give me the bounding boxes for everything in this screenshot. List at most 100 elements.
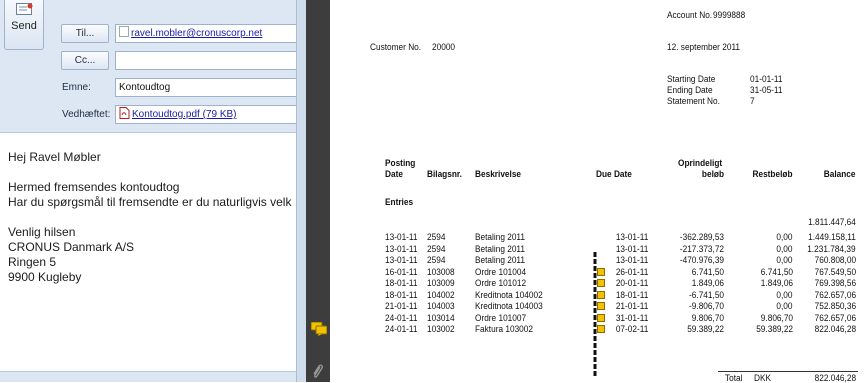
cell-due-date: 31-01-11 bbox=[615, 312, 648, 323]
cell-posting-date: 21-01-11 bbox=[385, 301, 418, 311]
cell-document-no: 103002 bbox=[427, 324, 455, 334]
starting-date-label: Starting Date bbox=[667, 74, 716, 84]
cell-description: Faktura 103002 bbox=[475, 324, 534, 334]
header-posting: Posting bbox=[385, 158, 416, 168]
header-beskrivelse: Beskrivelse bbox=[475, 169, 522, 179]
recipient-icon bbox=[119, 26, 129, 37]
header-belob: beløb bbox=[701, 169, 724, 179]
message-line: CRONUS Danmark A/S bbox=[8, 240, 135, 254]
cell-document-no: 2594 bbox=[427, 243, 446, 254]
message-line bbox=[8, 210, 296, 225]
cell-description: Betaling 2011 bbox=[475, 243, 526, 254]
cell-description: Betaling 2011 bbox=[475, 255, 526, 265]
cell-due-date: 13-01-11 bbox=[615, 243, 648, 254]
subject-label: Emne: bbox=[62, 82, 91, 93]
cell-balance: 1.231.784,39 bbox=[807, 243, 856, 254]
cell-balance: 769.398,56 bbox=[814, 278, 856, 288]
cell-original-amount: -362.289,53 bbox=[679, 232, 724, 242]
to-button[interactable]: Til... bbox=[61, 24, 109, 43]
cell-balance: 762.657,06 bbox=[814, 312, 856, 323]
cell-posting-date: 24-01-11 bbox=[385, 324, 418, 334]
cell-remaining-amount: 6.741,50 bbox=[760, 266, 793, 277]
header-oprindeligt: Oprindeligt bbox=[678, 158, 723, 168]
opening-balance: 1.811.447,64 bbox=[808, 217, 856, 227]
cell-original-amount: 1.849,06 bbox=[691, 278, 724, 288]
cell-balance: 760.808,00 bbox=[814, 255, 856, 265]
entries-label: Entries bbox=[385, 197, 414, 207]
starting-date-value: 01-01-11 bbox=[750, 74, 783, 84]
header-date: Date bbox=[385, 169, 403, 179]
cell-posting-date: 24-01-11 bbox=[385, 312, 418, 323]
statement-date: 12. september 2011 bbox=[667, 42, 741, 52]
cell-due-date: 07-02-11 bbox=[615, 324, 648, 334]
attachment-field[interactable]: Kontoudtog.pdf (79 KB) bbox=[115, 105, 296, 124]
cell-description: Ordre 101004 bbox=[475, 266, 527, 277]
total-rule bbox=[718, 371, 858, 372]
message-line: Har du spørgsmål til fremsendte er du na… bbox=[8, 195, 292, 209]
statement-no-value: 7 bbox=[750, 96, 755, 106]
send-label: Send bbox=[11, 20, 37, 32]
to-field[interactable]: ravel.mobler@cronuscorp.net bbox=[115, 24, 296, 43]
attachment-clip-icon[interactable] bbox=[312, 364, 324, 380]
cell-remaining-amount: 0,00 bbox=[776, 232, 793, 242]
message-line: Hermed fremsendes kontoudtog bbox=[8, 180, 180, 194]
cell-original-amount: -6.741,50 bbox=[689, 289, 724, 300]
statement-document: Account No. 9999888 Customer No. 20000 1… bbox=[330, 0, 868, 383]
message-body[interactable]: Hej Ravel Møbler Hermed fremsendes kontou… bbox=[8, 150, 296, 285]
send-button[interactable]: Send bbox=[4, 0, 44, 50]
account-label: Account No. bbox=[667, 10, 713, 20]
customer-label: Customer No. bbox=[370, 42, 422, 52]
cell-document-no: 2594 bbox=[427, 232, 446, 242]
cell-due-date: 18-01-11 bbox=[615, 289, 648, 300]
message-line: Venlig hilsen bbox=[8, 225, 76, 239]
cell-balance: 762.657,06 bbox=[814, 289, 856, 300]
cell-posting-date: 18-01-11 bbox=[385, 278, 418, 288]
cell-posting-date: 13-01-11 bbox=[385, 243, 418, 254]
cell-remaining-amount: 1.849,06 bbox=[760, 278, 793, 288]
attachment-link[interactable]: Kontoudtog.pdf (79 KB) bbox=[132, 109, 237, 120]
header-due-date: Due Date bbox=[596, 169, 632, 179]
customer-value: 20000 bbox=[432, 42, 456, 52]
cell-document-no: 2594 bbox=[427, 255, 446, 265]
pane-splitter[interactable] bbox=[296, 0, 306, 382]
cell-due-date: 26-01-11 bbox=[615, 266, 648, 277]
cell-original-amount: 9.806,70 bbox=[691, 312, 724, 323]
message-line bbox=[8, 165, 296, 180]
cell-document-no: 103014 bbox=[427, 312, 455, 323]
cell-posting-date: 13-01-11 bbox=[385, 255, 418, 265]
header-bilagsnr: Bilagsnr. bbox=[427, 169, 462, 179]
ending-date-label: Ending Date bbox=[667, 85, 713, 95]
cell-document-no: 103009 bbox=[427, 278, 455, 288]
email-compose-pane: Send Til... ravel.mobler@cronuscorp.net … bbox=[0, 0, 296, 382]
cell-document-no: 104003 bbox=[427, 301, 455, 311]
email-footer-bar bbox=[0, 371, 296, 382]
send-icon bbox=[16, 3, 33, 15]
side-toolbar bbox=[306, 0, 330, 382]
cell-document-no: 103008 bbox=[427, 266, 455, 277]
attached-label: Vedhæftet: bbox=[62, 109, 111, 120]
cell-balance: 767.549,50 bbox=[814, 266, 856, 277]
ending-date-value: 31-05-11 bbox=[750, 85, 783, 95]
statement-no-label: Statement No. bbox=[667, 96, 720, 106]
cell-document-no: 104002 bbox=[427, 289, 455, 300]
cell-posting-date: 16-01-11 bbox=[385, 266, 418, 277]
linked-notes-marker bbox=[593, 252, 597, 378]
to-recipient[interactable]: ravel.mobler@cronuscorp.net bbox=[131, 28, 262, 39]
email-header: Send Til... ravel.mobler@cronuscorp.net … bbox=[0, 0, 296, 133]
cell-due-date: 13-01-11 bbox=[615, 255, 648, 265]
cc-field[interactable] bbox=[115, 51, 296, 70]
cell-description: Kreditnota 104003 bbox=[475, 301, 543, 311]
cell-description: Betaling 2011 bbox=[475, 232, 526, 242]
cell-remaining-amount: 0,00 bbox=[776, 301, 793, 311]
message-line: Hej Ravel Møbler bbox=[8, 150, 101, 164]
comment-icon[interactable] bbox=[311, 322, 327, 336]
subject-field[interactable]: Kontoudtog bbox=[115, 78, 296, 97]
cell-original-amount: 6.741,50 bbox=[691, 266, 724, 277]
cell-remaining-amount: 59.389,22 bbox=[756, 324, 793, 334]
cell-remaining-amount: 9.806,70 bbox=[760, 312, 793, 323]
cell-remaining-amount: 0,00 bbox=[776, 289, 793, 300]
table-row: 13-01-11 2594 Betaling 2011 13-01-11 -362.28… bbox=[330, 232, 868, 243]
cc-button[interactable]: Cc... bbox=[61, 51, 109, 70]
cell-original-amount: -9.806,70 bbox=[689, 301, 724, 311]
cell-description: Ordre 101007 bbox=[475, 312, 527, 323]
